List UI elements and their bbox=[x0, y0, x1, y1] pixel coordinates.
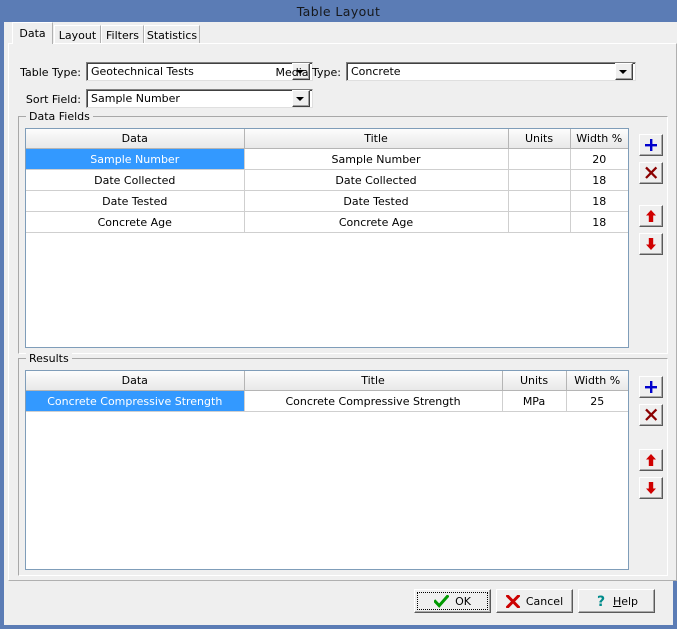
results-add-button[interactable] bbox=[639, 376, 663, 398]
cell-units[interactable] bbox=[508, 190, 571, 212]
cell-title[interactable]: Concrete Age bbox=[244, 211, 509, 233]
column-header-width[interactable]: Width % bbox=[570, 129, 628, 149]
cell-units[interactable]: MPa bbox=[502, 390, 567, 412]
tab-filters[interactable]: Filters bbox=[101, 25, 144, 44]
media-type-value: Concrete bbox=[351, 65, 401, 78]
data-fields-add-button[interactable] bbox=[639, 134, 663, 156]
svg-text:?: ? bbox=[597, 594, 605, 608]
data-fields-move-up-button[interactable] bbox=[639, 205, 663, 227]
cell-title[interactable]: Date Tested bbox=[244, 190, 509, 212]
cell-data[interactable]: Date Tested bbox=[26, 190, 245, 212]
tab-statistics[interactable]: Statistics bbox=[144, 25, 200, 44]
table-header-row: Data Title Units Width % bbox=[26, 129, 628, 149]
sort-field-label: Sort Field: bbox=[25, 93, 81, 106]
cross-icon bbox=[645, 166, 658, 179]
results-table: Data Title Units Width % Concrete Compre… bbox=[26, 371, 628, 412]
column-header-data[interactable]: Data bbox=[26, 129, 245, 149]
data-fields-group-title: Data Fields bbox=[26, 110, 93, 123]
cancel-button-label: Cancel bbox=[525, 594, 564, 608]
column-header-units[interactable]: Units bbox=[508, 129, 571, 149]
ok-button-label: OK bbox=[455, 594, 471, 608]
table-row[interactable]: Date Collected Date Collected 18 bbox=[26, 169, 628, 191]
column-header-width[interactable]: Width % bbox=[566, 371, 628, 391]
cell-data[interactable]: Concrete Compressive Strength bbox=[26, 390, 245, 412]
results-group-title: Results bbox=[26, 352, 72, 365]
results-delete-button[interactable] bbox=[639, 404, 663, 426]
focus-outline bbox=[417, 592, 488, 610]
plus-icon bbox=[645, 139, 657, 151]
cell-width[interactable]: 20 bbox=[570, 148, 628, 170]
results-move-down-button[interactable] bbox=[639, 477, 663, 499]
cell-data[interactable]: Concrete Age bbox=[26, 211, 245, 233]
tab-data-label: Data bbox=[19, 27, 46, 40]
results-grid[interactable]: Data Title Units Width % Concrete Compre… bbox=[25, 370, 629, 570]
chevron-down-icon[interactable] bbox=[292, 90, 310, 107]
media-type-label: Media Type: bbox=[275, 66, 341, 79]
table-row[interactable]: Sample Number Sample Number 20 bbox=[26, 148, 628, 170]
title-bar: Table Layout bbox=[4, 0, 673, 22]
arrow-up-icon bbox=[646, 454, 656, 466]
question-icon: ? bbox=[595, 594, 607, 608]
cell-width[interactable]: 18 bbox=[570, 211, 628, 233]
cell-width[interactable]: 25 bbox=[566, 390, 628, 412]
cell-units[interactable] bbox=[508, 169, 571, 191]
cell-units[interactable] bbox=[508, 211, 571, 233]
tab-strip: Data Layout Filters Statistics bbox=[8, 22, 677, 44]
cell-units[interactable] bbox=[508, 148, 571, 170]
table-row[interactable]: Concrete Age Concrete Age 18 bbox=[26, 211, 628, 233]
table-row[interactable]: Date Tested Date Tested 18 bbox=[26, 190, 628, 212]
tab-layout[interactable]: Layout bbox=[54, 25, 101, 44]
help-button[interactable]: ? Help bbox=[578, 589, 655, 613]
sort-field-combo[interactable]: Sample Number bbox=[86, 89, 313, 108]
tab-filters-label: Filters bbox=[106, 28, 139, 42]
arrow-down-icon bbox=[646, 238, 656, 250]
tab-page-data: Table Type: Geotechnical Tests Media Typ… bbox=[8, 43, 677, 581]
table-header-row: Data Title Units Width % bbox=[26, 371, 628, 391]
cell-data[interactable]: Date Collected bbox=[26, 169, 245, 191]
data-fields-move-down-button[interactable] bbox=[639, 233, 663, 255]
arrow-down-icon bbox=[646, 482, 656, 494]
table-type-label: Table Type: bbox=[20, 66, 81, 79]
plus-icon bbox=[645, 381, 657, 393]
tab-data[interactable]: Data bbox=[12, 22, 53, 44]
cell-width[interactable]: 18 bbox=[570, 190, 628, 212]
chevron-down-icon[interactable] bbox=[615, 63, 633, 80]
data-fields-grid[interactable]: Data Title Units Width % Sample Number S… bbox=[25, 128, 629, 348]
sort-field-value: Sample Number bbox=[91, 92, 180, 105]
cell-title[interactable]: Concrete Compressive Strength bbox=[244, 390, 503, 412]
column-header-title[interactable]: Title bbox=[244, 371, 503, 391]
cell-width[interactable]: 18 bbox=[570, 169, 628, 191]
column-header-title[interactable]: Title bbox=[244, 129, 509, 149]
window-title: Table Layout bbox=[296, 3, 381, 19]
results-move-up-button[interactable] bbox=[639, 449, 663, 471]
data-fields-table: Data Title Units Width % Sample Number S… bbox=[26, 129, 628, 233]
cell-title[interactable]: Sample Number bbox=[244, 148, 509, 170]
dialog-window: Table Layout Data Layout Filters Statist… bbox=[0, 0, 677, 629]
table-type-value: Geotechnical Tests bbox=[91, 65, 194, 78]
data-fields-delete-button[interactable] bbox=[639, 162, 663, 184]
cross-icon bbox=[645, 408, 658, 421]
cross-icon bbox=[505, 594, 520, 608]
tab-statistics-label: Statistics bbox=[146, 28, 198, 42]
column-header-units[interactable]: Units bbox=[502, 371, 567, 391]
ok-button[interactable]: OK bbox=[414, 589, 491, 613]
cell-data[interactable]: Sample Number bbox=[26, 148, 245, 170]
cell-title[interactable]: Date Collected bbox=[244, 169, 509, 191]
table-row[interactable]: Concrete Compressive Strength Concrete C… bbox=[26, 390, 628, 412]
column-header-data[interactable]: Data bbox=[26, 371, 245, 391]
help-button-label: Help bbox=[612, 594, 639, 608]
arrow-up-icon bbox=[646, 210, 656, 222]
media-type-combo[interactable]: Concrete bbox=[346, 62, 636, 81]
cancel-button[interactable]: Cancel bbox=[496, 589, 573, 613]
tab-layout-label: Layout bbox=[58, 28, 97, 42]
check-icon bbox=[434, 594, 450, 608]
